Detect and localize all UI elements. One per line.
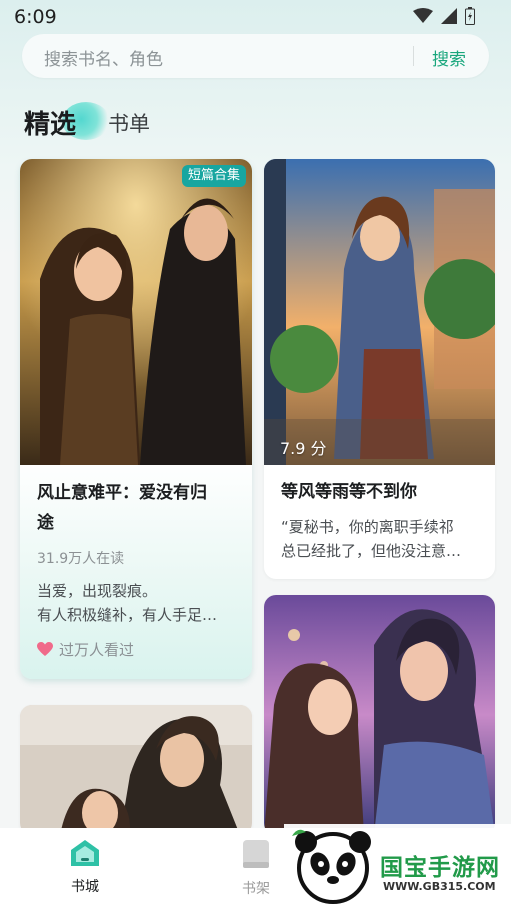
book-card[interactable] — [264, 595, 495, 835]
book-desc-line2: 有人积极缝补，有人手足… — [37, 606, 218, 624]
book-cover: 7.9 分 — [264, 159, 495, 465]
search-bar[interactable]: 搜索书名、角色 搜索 — [22, 34, 489, 78]
book-cover — [264, 595, 495, 835]
book-desc-line1: “夏秘书，你的离职手续祁 — [281, 518, 454, 536]
book-popularity-tag: 过万人看过 — [37, 639, 134, 660]
nav-label: 书城 — [71, 879, 99, 895]
search-divider — [413, 46, 414, 66]
watermark: 国宝手游网 WWW.GB315.COM — [284, 824, 511, 908]
nav-item-bookstore[interactable]: 书城 — [55, 838, 115, 896]
home-icon — [71, 840, 99, 866]
book-card[interactable]: 7.9 分 等风等雨等不到你 “夏秘书，你的离职手续祁 总已经批了，但他没注意… — [264, 159, 495, 579]
book-desc-line1: 当爱，出现裂痕。 — [37, 582, 158, 600]
panda-logo-icon — [292, 829, 371, 904]
book-card-featured[interactable]: 短篇合集 风止意难平：爱没有归途 31.9万人在读 当爱，出现裂痕。 有人积极缝… — [20, 159, 252, 679]
status-time: 6:09 — [14, 6, 57, 28]
nav-label: 书架 — [242, 881, 270, 897]
book-readers: 31.9万人在读 — [37, 551, 125, 567]
tab-booklist[interactable]: 书单 — [108, 108, 150, 138]
status-bar: 6:09 — [0, 0, 511, 34]
signal-icon — [441, 8, 457, 24]
tab-featured[interactable]: 精选 — [24, 104, 76, 141]
search-button[interactable]: 搜索 — [432, 45, 466, 70]
nav-item-bookshelf[interactable]: 书架 — [226, 838, 286, 898]
collection-badge: 短篇合集 — [181, 165, 246, 187]
book-title: 风止意难平：爱没有归途 — [37, 483, 207, 533]
battery-icon — [465, 7, 475, 25]
book-card[interactable] — [20, 705, 252, 835]
search-input[interactable]: 搜索书名、角色 — [44, 45, 163, 70]
watermark-url: WWW.GB315.COM — [383, 880, 496, 893]
book-title: 等风等雨等不到你 — [281, 482, 417, 502]
rating-score: 7.9 分 — [280, 439, 327, 458]
bookshelf-icon — [243, 840, 269, 868]
book-cover — [20, 705, 252, 835]
watermark-title: 国宝手游网 — [380, 855, 500, 881]
wifi-icon — [413, 8, 433, 23]
book-cover: 短篇合集 — [20, 159, 252, 465]
book-desc-line2: 总已经批了，但他没注意… — [281, 542, 462, 560]
heart-icon — [37, 642, 53, 656]
